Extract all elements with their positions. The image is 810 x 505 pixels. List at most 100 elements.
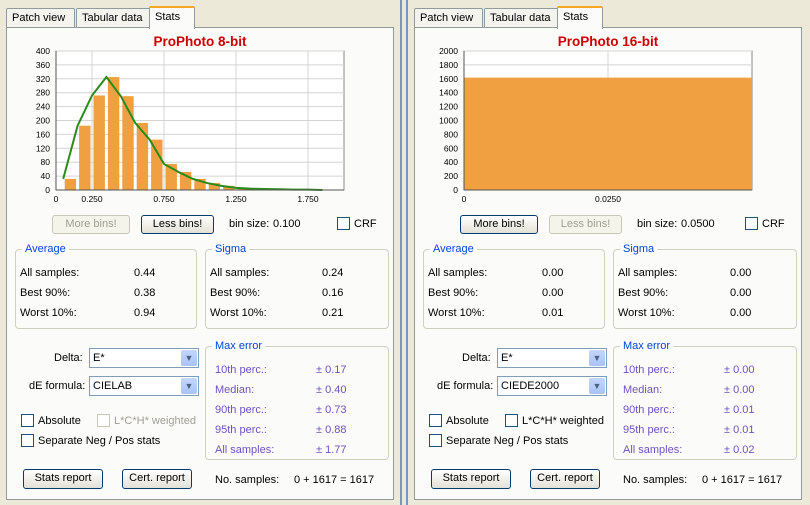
max-error-95th-label: 95th perc.: xyxy=(623,424,675,436)
sigma-title: Sigma xyxy=(620,243,658,255)
average-worst-label: Worst 10%: xyxy=(20,307,77,319)
histogram-bar xyxy=(93,95,105,190)
max-error-median-label: Median: xyxy=(215,384,255,396)
average-title: Average xyxy=(430,243,477,255)
bin-size-value: 0.0500 xyxy=(681,218,715,230)
delta-select-value: E* xyxy=(93,352,105,364)
absolute-checkbox[interactable] xyxy=(429,414,442,427)
delta-label: Delta: xyxy=(54,352,83,364)
x-tick-label: 0.250 xyxy=(81,194,103,204)
max-error-90th-value: ± 0.01 xyxy=(724,404,755,416)
absolute-label: Absolute xyxy=(38,415,81,427)
no-samples-value: 0 + 1617 = 1617 xyxy=(702,474,783,486)
y-tick-label: 120 xyxy=(36,143,50,153)
tab-tabular-data[interactable]: Tabular data xyxy=(76,8,152,28)
x-tick-label: 0 xyxy=(54,194,59,204)
no-samples-label: No. samples: xyxy=(215,474,280,486)
average-all-label: All samples: xyxy=(428,267,488,279)
less-bins-button[interactable]: Less bins! xyxy=(141,215,214,234)
separate-stats-label: Separate Neg / Pos stats xyxy=(446,435,569,447)
average-all-value: 0.00 xyxy=(542,267,564,279)
tab-patch-view[interactable]: Patch view xyxy=(6,8,75,28)
y-tick-label: 2000 xyxy=(439,46,458,56)
y-tick-label: 200 xyxy=(444,171,458,181)
y-tick-label: 40 xyxy=(41,171,51,181)
histogram-bar xyxy=(107,77,120,190)
sigma-all-value: 0.24 xyxy=(322,267,344,279)
sigma-all-value: 0.00 xyxy=(730,267,752,279)
max-error-10th-label: 10th perc.: xyxy=(623,364,675,376)
average-worst-label: Worst 10%: xyxy=(428,307,485,319)
max-error-title: Max error xyxy=(620,340,674,352)
delta-select[interactable]: E* ▼ xyxy=(89,348,199,368)
cert-report-button[interactable]: Cert. report xyxy=(530,469,600,489)
tab-tabular-data[interactable]: Tabular data xyxy=(484,8,560,28)
x-tick-label: 1.250 xyxy=(225,194,247,204)
stats-report-button[interactable]: Stats report xyxy=(431,469,511,489)
max-error-90th-label: 90th perc.: xyxy=(215,404,267,416)
max-error-group: Max error 10th perc.: ± 0.00 Median: ± 0… xyxy=(613,340,797,460)
histogram-bar xyxy=(464,77,752,190)
delta-select-value: E* xyxy=(501,352,513,364)
chevron-down-icon[interactable]: ▼ xyxy=(181,378,197,394)
delta-select[interactable]: E* ▼ xyxy=(497,348,607,368)
weighted-label: L*C*H* weighted xyxy=(522,415,604,427)
weighted-checkbox[interactable] xyxy=(97,414,110,427)
y-tick-label: 1600 xyxy=(439,74,458,84)
y-tick-label: 1000 xyxy=(439,116,458,126)
formula-select[interactable]: CIEDE2000 ▼ xyxy=(497,376,607,396)
chevron-down-icon[interactable]: ▼ xyxy=(589,350,605,366)
weighted-checkbox[interactable] xyxy=(505,414,518,427)
max-error-all-value: ± 0.02 xyxy=(724,444,755,456)
chevron-down-icon[interactable]: ▼ xyxy=(589,378,605,394)
average-worst-value: 0.01 xyxy=(542,307,564,319)
sigma-best-label: Best 90%: xyxy=(618,287,669,299)
max-error-median-label: Median: xyxy=(623,384,663,396)
sigma-all-label: All samples: xyxy=(210,267,270,279)
max-error-all-label: All samples: xyxy=(623,444,683,456)
formula-label: dE formula: xyxy=(29,380,86,392)
more-bins-button[interactable]: More bins! xyxy=(460,215,538,234)
histogram-bar xyxy=(136,122,149,190)
max-error-median-value: ± 0.40 xyxy=(316,384,347,396)
tab-stats[interactable]: Stats xyxy=(149,6,195,29)
stats-content: ProPhoto 16-bit 0 200 400 600 800 1000 1200 140… xyxy=(414,27,802,500)
bin-size-value: 0.100 xyxy=(273,218,301,230)
max-error-90th-value: ± 0.73 xyxy=(316,404,347,416)
cert-report-button[interactable]: Cert. report xyxy=(122,469,192,489)
separate-stats-checkbox[interactable] xyxy=(429,434,442,447)
sigma-worst-label: Worst 10%: xyxy=(618,307,675,319)
separate-stats-label: Separate Neg / Pos stats xyxy=(38,435,161,447)
max-error-group: Max error 10th perc.: ± 0.17 Median: ± 0… xyxy=(205,340,389,460)
tab-stats[interactable]: Stats xyxy=(557,6,603,29)
formula-select[interactable]: CIELAB ▼ xyxy=(89,376,199,396)
x-tick-label: 1.750 xyxy=(297,194,319,204)
separate-stats-checkbox[interactable] xyxy=(21,434,34,447)
average-group: Average All samples: 0.00 Best 90%: 0.00… xyxy=(423,243,605,329)
average-best-label: Best 90%: xyxy=(428,287,479,299)
histogram-chart: 0 40 80 120 160 200 240 280 320 360 400 0 0.250 0.750… xyxy=(36,46,345,204)
absolute-label: Absolute xyxy=(446,415,489,427)
chevron-down-icon[interactable]: ▼ xyxy=(181,350,197,366)
sigma-worst-value: 0.21 xyxy=(322,307,344,319)
stats-report-button[interactable]: Stats report xyxy=(23,469,103,489)
y-tick-label: 0 xyxy=(453,185,458,195)
y-tick-label: 200 xyxy=(36,116,50,126)
x-tick-label: 0 xyxy=(462,194,467,204)
max-error-95th-label: 95th perc.: xyxy=(215,424,267,436)
crf-checkbox[interactable] xyxy=(337,217,350,230)
tab-patch-view[interactable]: Patch view xyxy=(414,8,483,28)
crf-label: CRF xyxy=(354,218,377,230)
max-error-95th-value: ± 0.88 xyxy=(316,424,347,436)
max-error-10th-value: ± 0.17 xyxy=(316,364,347,376)
absolute-checkbox[interactable] xyxy=(21,414,34,427)
y-tick-label: 0 xyxy=(45,185,50,195)
less-bins-button[interactable]: Less bins! xyxy=(549,215,622,234)
y-tick-label: 360 xyxy=(36,60,50,70)
y-tick-label: 1800 xyxy=(439,60,458,70)
more-bins-button[interactable]: More bins! xyxy=(52,215,130,234)
crf-checkbox[interactable] xyxy=(745,217,758,230)
stats-content: ProPhoto 8-bit 0 40 80 120 160 200 240 280 320 36… xyxy=(6,27,394,500)
bin-size-label: bin size: xyxy=(637,218,678,230)
y-tick-label: 320 xyxy=(36,74,50,84)
